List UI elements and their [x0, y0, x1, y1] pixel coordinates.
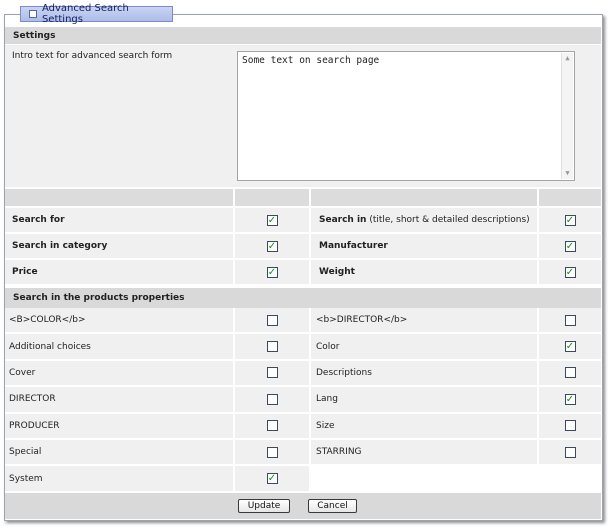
property-checkbox-cell [233, 360, 309, 388]
options-header-row [5, 189, 601, 208]
property-label: System [5, 466, 233, 493]
property-label: <B>COLOR</b> [5, 308, 233, 335]
property-label: DIRECTOR [5, 387, 233, 414]
property-checkbox-cell [537, 466, 601, 493]
option-row: Search for ✓ Search in (title, short & det… [5, 208, 601, 234]
property-checkbox-cell [537, 308, 601, 335]
property-checkbox-cell [537, 360, 601, 388]
option-checkbox-cell: ✓ [233, 260, 309, 286]
property-label: Lang [309, 387, 537, 414]
tab-advanced-search-settings[interactable]: Advanced Search Settings [20, 3, 173, 25]
property-checkbox[interactable] [564, 314, 576, 326]
cancel-button[interactable]: Cancel [308, 499, 357, 513]
property-label: Color [309, 334, 537, 361]
intro-text-row: Intro text for advanced search form Some… [5, 45, 601, 187]
option-checkbox-cell: ✓ [537, 234, 601, 260]
option-row: Search in category ✓ Manufacturer ✓ [5, 234, 601, 260]
property-checkbox[interactable] [266, 446, 278, 458]
property-checkbox-cell [537, 413, 601, 440]
option-label: Search for [5, 208, 233, 234]
settings-header-label: Settings [13, 30, 56, 41]
property-checkbox[interactable] [564, 367, 576, 379]
option-checkbox[interactable]: ✓ [564, 266, 576, 278]
option-label-cell: Search in (title, short & detailed descr… [309, 208, 537, 234]
property-checkbox-cell [537, 440, 601, 467]
options-header-cell [5, 189, 233, 208]
option-checkbox[interactable]: ✓ [266, 240, 278, 252]
property-row: Cover Descriptions [5, 360, 601, 388]
properties-header: Search in the products properties [5, 288, 601, 308]
option-checkbox-cell: ✓ [537, 260, 601, 286]
property-checkbox[interactable]: ✓ [564, 393, 576, 405]
property-checkbox-cell [233, 387, 309, 414]
property-checkbox[interactable] [266, 393, 278, 405]
properties-header-label: Search in the products properties [13, 293, 185, 303]
options-header-cell [233, 189, 309, 208]
tab-label: Advanced Search Settings [41, 3, 129, 25]
property-label: Cover [5, 360, 233, 388]
option-label: Price [5, 260, 233, 286]
property-label: Additional choices [5, 334, 233, 361]
property-row: Special STARRING [5, 440, 601, 467]
update-button[interactable]: Update [238, 499, 290, 513]
option-note: (title, short & detailed descriptions) [366, 215, 530, 225]
property-checkbox-cell [233, 413, 309, 440]
option-label: Search in [319, 215, 367, 225]
option-row: Price ✓ Weight ✓ [5, 260, 601, 286]
option-checkbox-cell: ✓ [233, 234, 309, 260]
property-label [309, 466, 537, 493]
property-label: Size [309, 413, 537, 440]
options-header-cell [309, 189, 537, 208]
property-checkbox-cell: ✓ [233, 466, 309, 493]
option-label-cell: Weight [309, 260, 537, 286]
button-bar: Update Cancel [5, 493, 601, 519]
property-label: STARRING [309, 440, 537, 467]
scroll-down-icon[interactable]: ▼ [562, 168, 573, 179]
property-checkbox-cell: ✓ [537, 334, 601, 361]
property-checkbox-cell [233, 334, 309, 361]
option-label: Manufacturer [319, 241, 388, 251]
option-label: Weight [319, 267, 355, 277]
property-label: PRODUCER [5, 413, 233, 440]
option-label-cell: Manufacturer [309, 234, 537, 260]
property-checkbox-cell [233, 308, 309, 335]
option-checkbox-cell: ✓ [233, 208, 309, 234]
option-checkbox-cell: ✓ [537, 208, 601, 234]
property-checkbox[interactable] [564, 446, 576, 458]
option-checkbox[interactable]: ✓ [266, 266, 278, 278]
property-checkbox[interactable]: ✓ [266, 473, 278, 485]
property-checkbox[interactable] [266, 341, 278, 353]
property-label: Descriptions [309, 360, 537, 388]
property-checkbox[interactable]: ✓ [564, 341, 576, 353]
property-label: Special [5, 440, 233, 467]
property-checkbox-cell: ✓ [537, 387, 601, 414]
property-row: <B>COLOR</b> <b>DIRECTOR</b> [5, 308, 601, 335]
property-row: DIRECTOR Lang ✓ [5, 387, 601, 414]
tab-icon [29, 10, 37, 18]
scroll-up-icon[interactable]: ▲ [562, 53, 573, 64]
option-label: Search in category [5, 234, 233, 260]
intro-text-area[interactable]: Some text on search page ▲ ▼ [237, 51, 575, 181]
intro-text-label: Intro text for advanced search form [12, 51, 173, 61]
property-label: <b>DIRECTOR</b> [309, 308, 537, 335]
property-checkbox[interactable] [564, 420, 576, 432]
property-row: PRODUCER Size [5, 413, 601, 440]
option-checkbox[interactable]: ✓ [564, 214, 576, 226]
option-checkbox[interactable]: ✓ [266, 214, 278, 226]
intro-text-value: Some text on search page [242, 55, 380, 66]
textarea-scrollbar[interactable]: ▲ ▼ [561, 53, 573, 179]
option-checkbox[interactable]: ✓ [564, 240, 576, 252]
property-checkbox-cell [233, 440, 309, 467]
settings-header: Settings [5, 27, 601, 44]
property-row: Additional choices Color ✓ [5, 334, 601, 361]
property-row: System ✓ [5, 466, 601, 493]
property-checkbox[interactable] [266, 420, 278, 432]
options-header-cell [537, 189, 601, 208]
property-checkbox[interactable] [266, 367, 278, 379]
property-checkbox[interactable] [266, 314, 278, 326]
